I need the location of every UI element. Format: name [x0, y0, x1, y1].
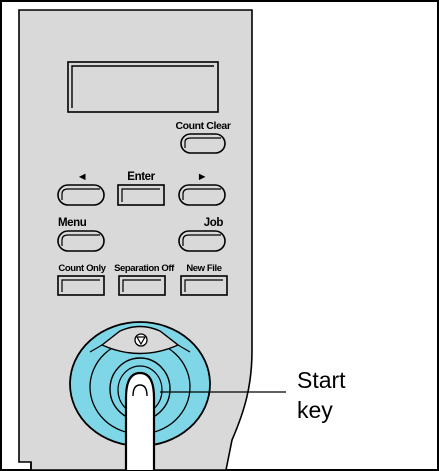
job-label: Job: [204, 217, 224, 229]
count-only-label: Count Only: [58, 263, 106, 274]
scanner-control-panel-diagram: Count Clear ◄ Enter ► Menu Job Count Onl…: [0, 0, 439, 471]
menu-button[interactable]: [57, 230, 105, 252]
callout-start-text: Start: [297, 367, 346, 393]
new-file-label: New File: [186, 263, 221, 274]
separation-off-label: Separation Off: [114, 263, 175, 274]
diagram-canvas: Count Clear ◄ Enter ► Menu Job Count Onl…: [0, 0, 439, 471]
enter-button[interactable]: [117, 184, 165, 206]
stop-icon: [134, 333, 148, 347]
count-clear-label: Count Clear: [175, 120, 230, 132]
count-only-button[interactable]: [57, 275, 105, 296]
separation-off-button[interactable]: [118, 275, 166, 296]
finger-icon: [124, 371, 156, 470]
left-arrow-icon: ◄: [77, 171, 88, 183]
right-arrow-icon: ►: [197, 171, 208, 183]
job-button[interactable]: [178, 230, 226, 252]
enter-label: Enter: [127, 171, 155, 183]
new-file-button[interactable]: [180, 275, 228, 296]
left-button[interactable]: [57, 184, 105, 206]
menu-label: Menu: [58, 217, 87, 229]
callout-key-text: key: [297, 397, 333, 423]
count-clear-button[interactable]: Count Clear: [175, 120, 231, 154]
lcd-display: [67, 61, 219, 113]
right-button[interactable]: [178, 184, 226, 206]
